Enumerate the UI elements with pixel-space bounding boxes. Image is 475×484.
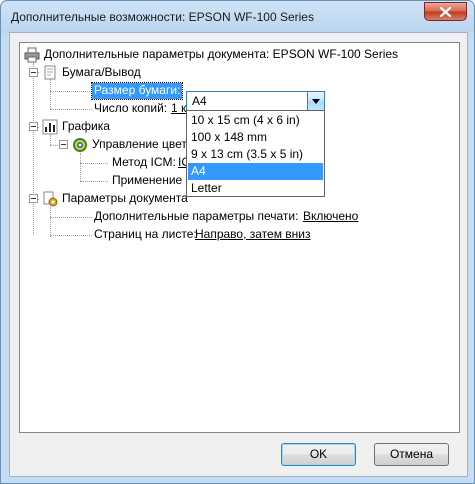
settings-tree[interactable]: Дополнительные параметры документа: EPSO… — [19, 42, 460, 433]
tree-line — [50, 79, 51, 109]
tree-line — [33, 63, 34, 235]
window-title: Дополнительные возможности: EPSON WF-100… — [11, 10, 314, 24]
title-bar[interactable]: Дополнительные возможности: EPSON WF-100… — [1, 1, 474, 33]
tree-node-paper-size[interactable]: Размер бумаги: — [90, 82, 184, 100]
dropdown-option[interactable]: 100 x 148 mm — [188, 129, 323, 146]
tree-line — [50, 91, 92, 92]
paper-output-label: Бумага/Вывод — [62, 65, 141, 79]
tree-node-paper-output[interactable]: Бумага/Вывод — [28, 65, 188, 81]
copies-label: Число копий: — [94, 101, 168, 115]
tree-line — [50, 217, 92, 218]
tree-node-graphics[interactable]: Графика — [28, 119, 188, 135]
pages-per-sheet-label: Страниц на листе: — [94, 227, 197, 241]
tree-line — [80, 153, 81, 181]
tree-root[interactable]: Дополнительные параметры документа: EPSO… — [24, 47, 454, 63]
dropdown-option[interactable]: Letter — [188, 180, 323, 197]
paper-size-combobox[interactable]: A4 — [186, 91, 325, 111]
document-settings-icon — [43, 191, 58, 207]
collapse-icon[interactable] — [29, 194, 38, 203]
close-icon — [440, 6, 451, 17]
paper-output-icon — [44, 65, 56, 80]
tree-node-color-management[interactable]: Управление цвет — [58, 137, 188, 153]
tree-line — [80, 181, 108, 182]
color-wheel-icon — [73, 138, 87, 152]
tree-line — [50, 235, 92, 236]
paper-size-label: Размер бумаги: — [90, 82, 184, 100]
collapse-icon[interactable] — [59, 140, 68, 149]
tree-line — [50, 207, 51, 237]
paper-size-value: A4 — [192, 94, 207, 108]
ok-button[interactable]: OK — [281, 443, 356, 466]
dropdown-option[interactable]: 10 x 15 cm (4 x 6 in) — [188, 112, 323, 129]
dropdown-option-selected[interactable]: A4 — [188, 163, 323, 180]
copies-value[interactable]: 1 к — [171, 101, 186, 116]
combo-dropdown-button[interactable] — [307, 92, 324, 110]
color-management-label: Управление цвет — [92, 137, 187, 151]
graphics-label: Графика — [62, 119, 110, 133]
apply-label: Применение — [112, 173, 183, 187]
tree-node-pages-per-sheet[interactable]: Страниц на листе: Направо, затем вниз — [94, 227, 324, 243]
printer-icon — [24, 47, 40, 63]
tree-node-icm-method[interactable]: Метод ICM: IC — [112, 155, 192, 171]
tree-node-apply[interactable]: Применение — [112, 173, 187, 189]
collapse-icon[interactable] — [29, 68, 38, 77]
dialog-client-area: Дополнительные параметры документа: EPSO… — [9, 32, 468, 477]
advanced-print-label: Дополнительные параметры печати: — [94, 209, 299, 223]
dialog-window: Дополнительные возможности: EPSON WF-100… — [0, 0, 475, 484]
pages-per-sheet-value[interactable]: Направо, затем вниз — [195, 227, 311, 242]
paper-size-dropdown-list[interactable]: 10 x 15 cm (4 x 6 in) 100 x 148 mm 9 x 1… — [186, 110, 325, 197]
tree-node-advanced-print[interactable]: Дополнительные параметры печати: Включен… — [94, 209, 374, 225]
advanced-print-value[interactable]: Включено — [303, 209, 358, 224]
dropdown-option[interactable]: 9 x 13 cm (3.5 x 5 in) — [188, 146, 323, 163]
icm-method-label: Метод ICM: — [112, 155, 176, 169]
collapse-icon[interactable] — [29, 122, 38, 131]
graphics-chart-icon — [42, 119, 58, 135]
chevron-down-icon — [312, 98, 320, 104]
close-button[interactable] — [424, 2, 467, 21]
tree-line — [50, 135, 51, 145]
cancel-button[interactable]: Отмена — [374, 443, 449, 466]
tree-line — [50, 109, 92, 110]
tree-line — [80, 163, 108, 164]
tree-root-label: Дополнительные параметры документа: EPSO… — [44, 47, 399, 61]
document-params-label: Параметры документа — [62, 191, 188, 205]
